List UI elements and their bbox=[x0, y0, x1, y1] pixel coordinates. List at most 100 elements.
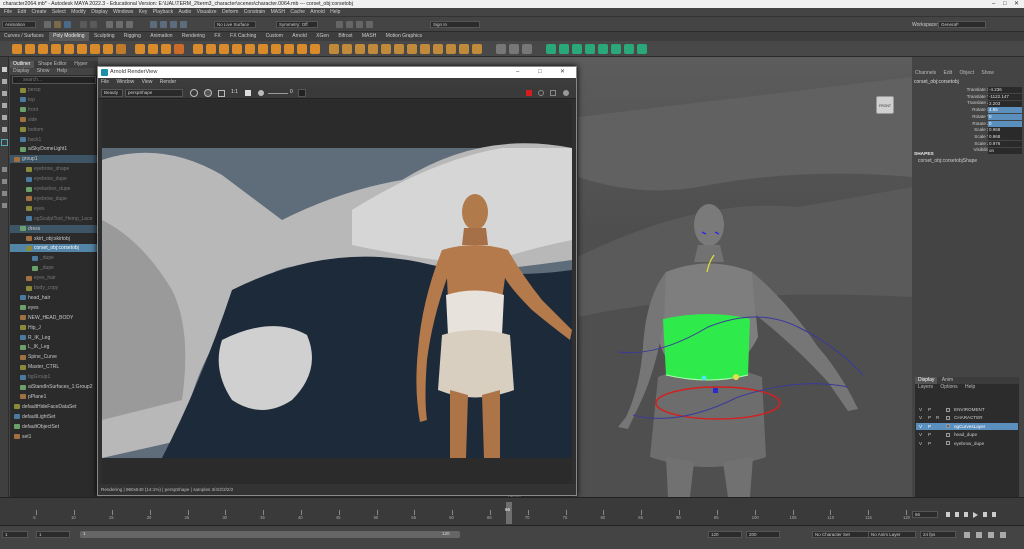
persp-graph-icon[interactable] bbox=[2, 203, 7, 208]
refresh-render-icon[interactable] bbox=[538, 90, 544, 96]
shelf-tab-mash[interactable]: MASH bbox=[358, 32, 380, 41]
channel-attr-value[interactable]: 0.976 bbox=[988, 140, 1022, 147]
bridge-icon[interactable] bbox=[206, 44, 216, 54]
render-canvas[interactable] bbox=[102, 100, 572, 484]
outliner-item[interactable]: eyes bbox=[10, 304, 98, 312]
play-forward-icon[interactable] bbox=[973, 512, 978, 518]
shelf-tab-bifrost[interactable]: Bifrost bbox=[334, 32, 356, 41]
layer-visibility-toggle[interactable]: V bbox=[919, 440, 922, 448]
outliner-item[interactable]: defaultHideFaceDataSet bbox=[10, 403, 98, 411]
live-surface-field[interactable]: No Live Surface bbox=[214, 21, 256, 28]
layer-color-swatch[interactable] bbox=[946, 432, 950, 437]
move-tool-icon[interactable] bbox=[2, 103, 7, 108]
channel-attr-value[interactable]: 0.968 bbox=[988, 134, 1022, 141]
tab-outliner[interactable]: Outliner bbox=[10, 61, 34, 68]
current-frame-marker[interactable] bbox=[506, 502, 512, 524]
render-icon[interactable] bbox=[336, 21, 343, 28]
tab-display-layers[interactable]: Display bbox=[915, 377, 938, 384]
stop-render-icon[interactable] bbox=[526, 90, 532, 96]
channel-attr-value[interactable]: 0 bbox=[988, 120, 1022, 127]
tab-anim-layers[interactable]: Anim bbox=[939, 377, 956, 384]
target-weld-icon[interactable] bbox=[297, 44, 307, 54]
menu-modify[interactable]: Modify bbox=[71, 8, 86, 17]
outliner-item[interactable]: eyes_hair bbox=[10, 274, 98, 282]
smooth-icon[interactable] bbox=[161, 44, 171, 54]
scale-tool-icon[interactable] bbox=[2, 127, 7, 132]
aov-dropdown[interactable]: Beauty bbox=[101, 89, 123, 97]
shelf-tab-fx-caching[interactable]: FX Caching bbox=[226, 32, 260, 41]
outliner-item[interactable]: skirt_obj:skirtobj bbox=[10, 235, 98, 243]
outliner-item[interactable]: L_IK_Leg bbox=[10, 343, 98, 351]
outliner-item[interactable]: _dupe bbox=[10, 264, 98, 272]
rgb-channel-icon[interactable] bbox=[190, 89, 198, 97]
menu-playback[interactable]: Playback bbox=[153, 8, 173, 17]
menu-cache[interactable]: Cache bbox=[290, 8, 304, 17]
layer-row[interactable]: V Phead_dupe bbox=[916, 431, 1018, 439]
shelf-tab-arnold[interactable]: Arnold bbox=[288, 32, 310, 41]
layer-visibility-toggle[interactable]: V bbox=[919, 414, 922, 422]
outliner-item[interactable]: aiSkyDomeLight1 bbox=[10, 145, 98, 153]
layer-visibility-toggle[interactable]: V bbox=[919, 423, 922, 431]
outliner-item[interactable]: top bbox=[10, 96, 98, 104]
preferences-icon[interactable] bbox=[1000, 532, 1006, 538]
channel-attr-value[interactable]: 4.65 bbox=[988, 107, 1022, 114]
select-object-icon[interactable] bbox=[116, 21, 123, 28]
minimize-button[interactable]: – bbox=[992, 0, 995, 8]
outliner-item[interactable]: bottom bbox=[10, 126, 98, 134]
slide-edge-icon[interactable] bbox=[459, 44, 469, 54]
renderview-minimize-button[interactable]: – bbox=[516, 67, 519, 78]
shelf-tab-xgen[interactable]: XGen bbox=[312, 32, 333, 41]
outliner-item[interactable]: front bbox=[10, 106, 98, 114]
outliner-item[interactable]: eyebrow_shape bbox=[10, 165, 98, 173]
outliner-item[interactable]: aiStandInSurfaces_1:Group2 bbox=[10, 383, 98, 391]
new-scene-icon[interactable] bbox=[44, 21, 51, 28]
outliner-item[interactable]: bgGroup1 bbox=[10, 373, 98, 381]
outliner-menu-help[interactable]: Help bbox=[54, 68, 70, 75]
mode-selector[interactable]: Animation bbox=[2, 21, 36, 28]
shelf-tab-poly-modeling[interactable]: Poly Modeling bbox=[49, 32, 89, 41]
separate-icon[interactable] bbox=[148, 44, 158, 54]
outliner-item[interactable]: _dupe bbox=[10, 254, 98, 262]
poly-type-icon[interactable] bbox=[116, 44, 126, 54]
sign-in-button[interactable]: Sign In bbox=[430, 21, 480, 28]
collapse-icon[interactable] bbox=[271, 44, 281, 54]
channel-attr-value[interactable]: 2.203 bbox=[988, 100, 1022, 107]
shelf-tab-custom[interactable]: Custom bbox=[262, 32, 287, 41]
rotate-tool-icon[interactable] bbox=[2, 115, 7, 120]
shelf-tab-animation[interactable]: Animation bbox=[146, 32, 176, 41]
layer-reference-toggle[interactable]: R bbox=[936, 414, 939, 422]
channel-box-menu-show[interactable]: Show bbox=[978, 70, 997, 77]
renderview-menu-view[interactable]: View bbox=[139, 78, 156, 87]
range-slider[interactable]: 1 120 bbox=[80, 531, 460, 538]
outliner-item[interactable]: body_copy bbox=[10, 284, 98, 292]
menu-edit[interactable]: Edit bbox=[17, 8, 26, 17]
menu-visualize[interactable]: Visualize bbox=[197, 8, 217, 17]
select-tool-icon[interactable] bbox=[2, 67, 7, 72]
crease-icon[interactable] bbox=[522, 44, 532, 54]
triangulate-icon[interactable] bbox=[368, 44, 378, 54]
layer-visibility-toggle[interactable]: V bbox=[919, 406, 922, 414]
layer-color-swatch[interactable] bbox=[946, 441, 950, 446]
outliner-item[interactable]: Master_CTRL bbox=[10, 363, 98, 371]
channel-attr-value[interactable]: -4.236 bbox=[988, 87, 1022, 94]
menu-select[interactable]: Select bbox=[52, 8, 66, 17]
outliner-item[interactable]: R_IK_Leg bbox=[10, 334, 98, 342]
duplicate-face-icon[interactable] bbox=[407, 44, 417, 54]
outliner-item[interactable]: back1 bbox=[10, 136, 98, 144]
outliner-item[interactable]: eyes bbox=[10, 205, 98, 213]
menu-key[interactable]: Key bbox=[139, 8, 148, 17]
edge-loop-icon[interactable] bbox=[310, 44, 320, 54]
layer-playback-toggle[interactable]: P bbox=[928, 414, 931, 422]
exposure-icon[interactable] bbox=[258, 90, 264, 96]
shelf-tab-curves[interactable]: Curves / Surfaces bbox=[0, 32, 48, 41]
poly-cube-icon[interactable] bbox=[25, 44, 35, 54]
poke-icon[interactable] bbox=[420, 44, 430, 54]
fps-dropdown[interactable]: 24 fps bbox=[920, 531, 956, 538]
outliner-item[interactable]: Spine_Curve bbox=[10, 353, 98, 361]
undo-icon[interactable] bbox=[80, 21, 87, 28]
tab-shape-editor[interactable]: Shape Editor bbox=[35, 61, 70, 68]
step-forward-icon[interactable] bbox=[983, 512, 987, 517]
auto-key-icon[interactable] bbox=[976, 532, 982, 538]
range-end-field[interactable]: 120 bbox=[708, 531, 742, 538]
shelf-tab-rigging[interactable]: Rigging bbox=[120, 32, 145, 41]
